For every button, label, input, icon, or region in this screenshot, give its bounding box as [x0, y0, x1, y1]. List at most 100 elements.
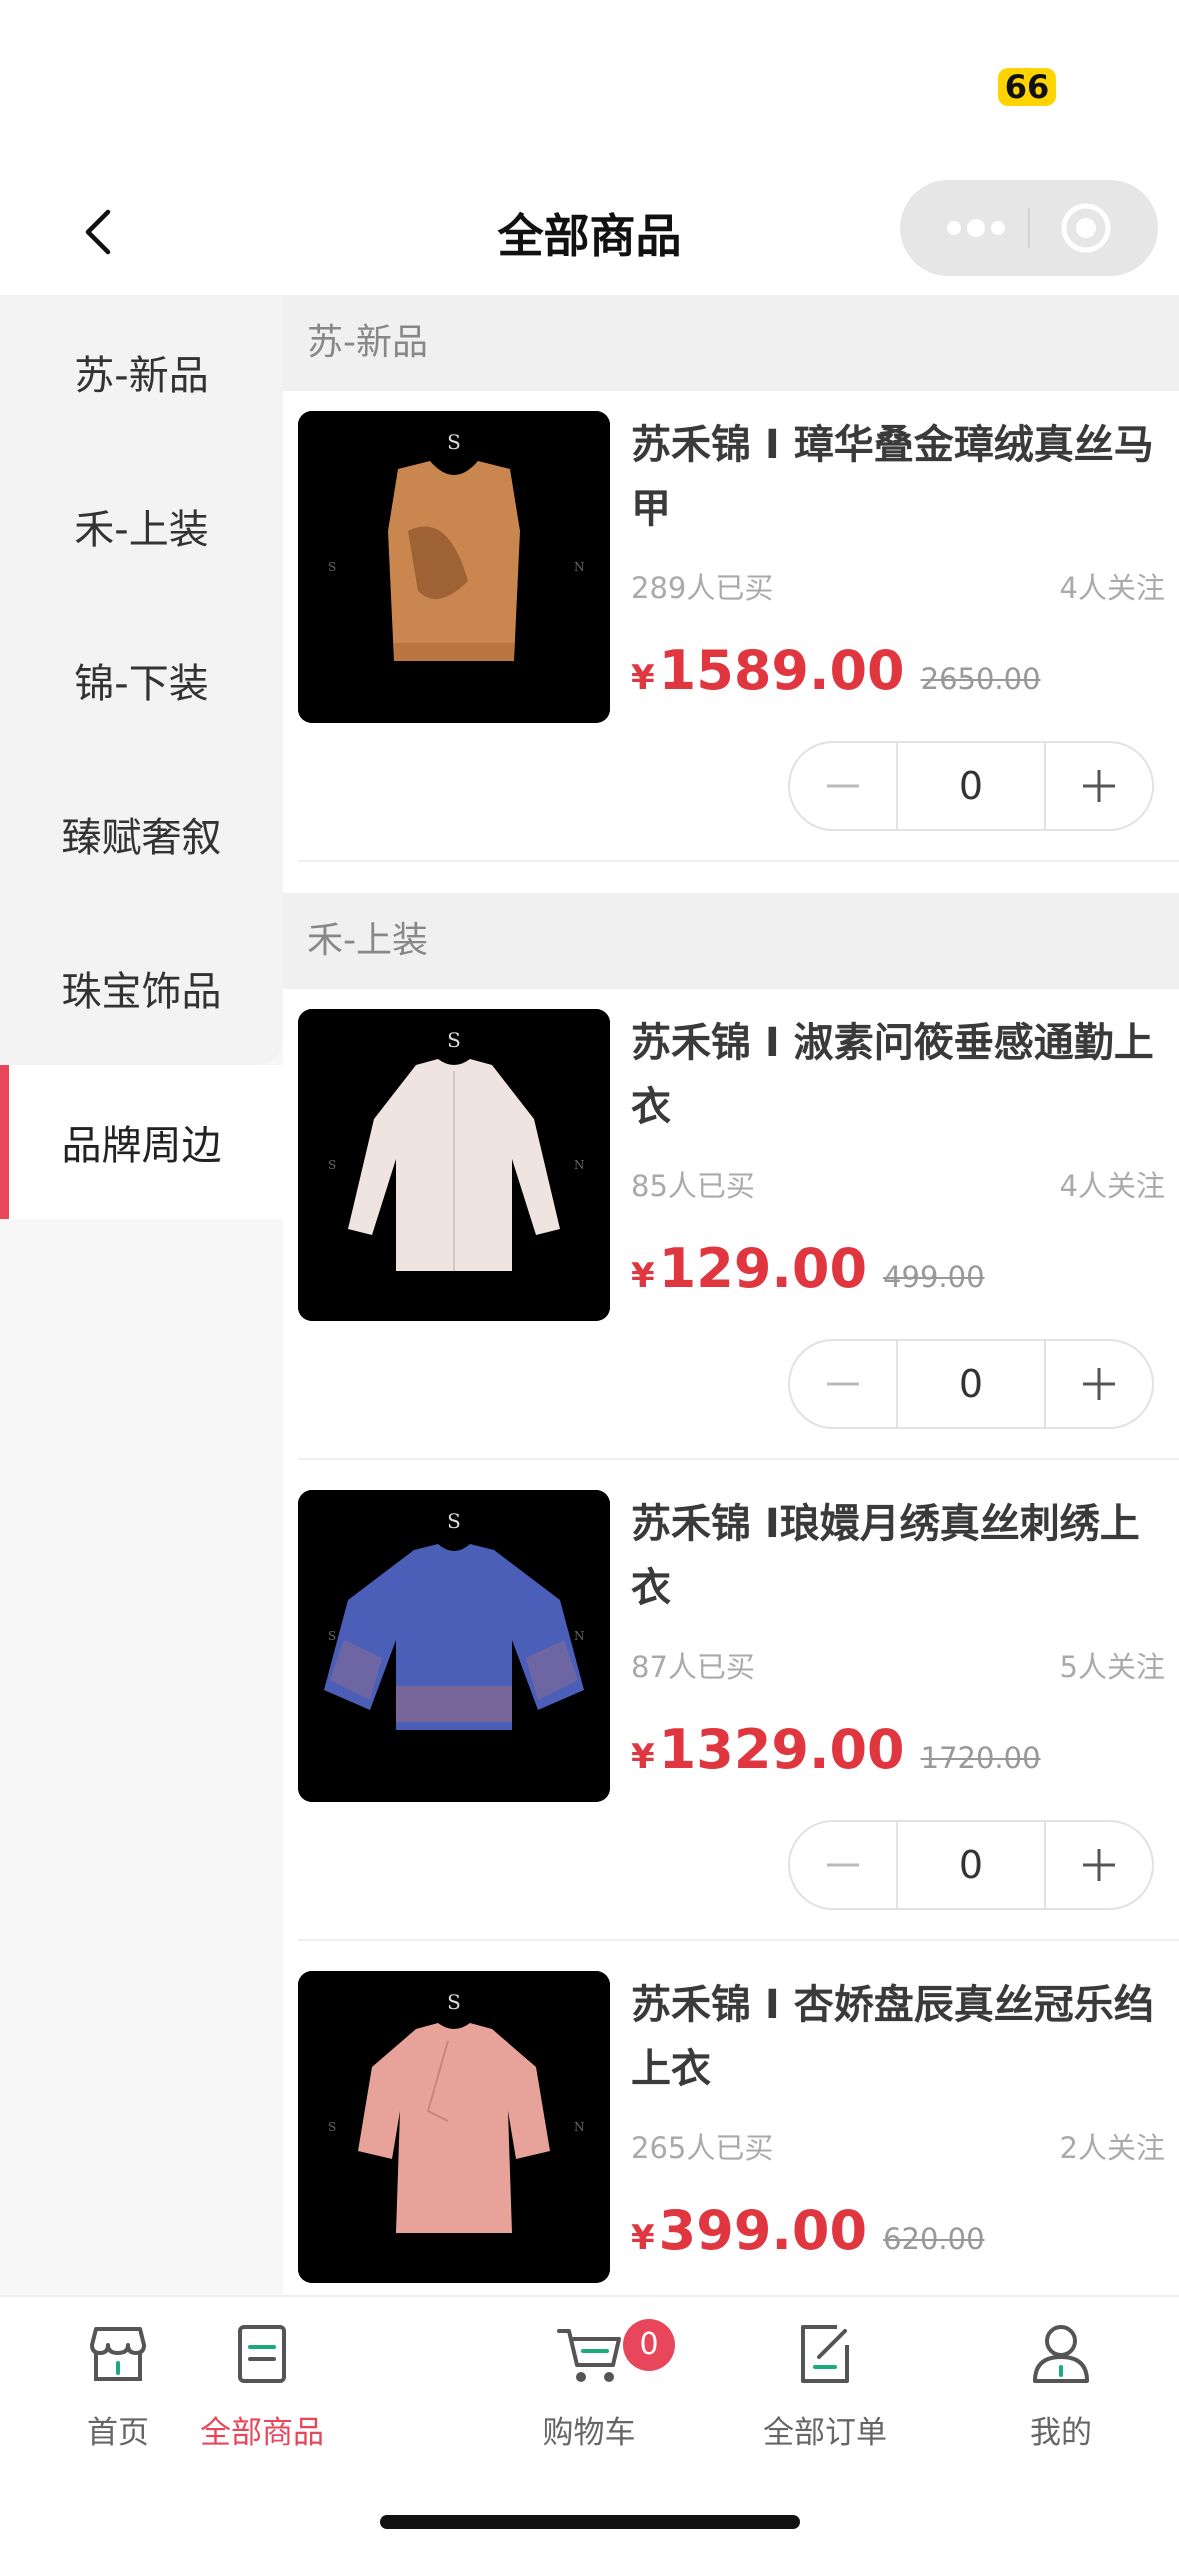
- tab-label: 我的: [1030, 2415, 1092, 2451]
- svg-text:S: S: [328, 560, 336, 574]
- decrease-button[interactable]: [790, 1341, 896, 1427]
- sale-price: 129.00: [658, 1237, 868, 1300]
- tab-all-products[interactable]: 全部商品: [144, 2297, 380, 2467]
- original-price: 2650.00: [920, 662, 1041, 696]
- plus-icon: [1083, 1849, 1115, 1881]
- quantity-stepper: 0: [788, 741, 1154, 831]
- sidebar-item-bottoms[interactable]: 锦-下装: [0, 603, 283, 757]
- currency-symbol: ¥: [631, 1256, 655, 1296]
- tab-label: 全部订单: [763, 2415, 887, 2451]
- svg-text:S: S: [447, 1990, 461, 2014]
- sale-price: 399.00: [658, 2199, 868, 2262]
- increase-button[interactable]: [1046, 1341, 1152, 1427]
- pink-top-garment-image: S S N: [298, 1971, 610, 2283]
- tab-label: 购物车: [542, 2415, 636, 2451]
- more-dots-icon: [947, 219, 1005, 237]
- original-price: 620.00: [883, 2222, 985, 2256]
- list-icon: [238, 2325, 286, 2383]
- quantity-stepper: 0: [788, 1820, 1154, 1910]
- quantity-value[interactable]: 0: [896, 1822, 1046, 1908]
- sidebar-item-jewelry[interactable]: 珠宝饰品: [0, 911, 283, 1065]
- quantity-stepper: 0: [788, 1339, 1154, 1429]
- close-mini-program-button[interactable]: [1060, 202, 1112, 254]
- follow-count: 2人关注: [1059, 2131, 1165, 2165]
- svg-text:S: S: [447, 430, 461, 454]
- section-header-new: 苏-新品: [283, 295, 1179, 391]
- follow-count: 5人关注: [1059, 1650, 1165, 1684]
- price-row: ¥ 129.00 499.00: [631, 1237, 985, 1300]
- minus-icon: [827, 1382, 859, 1386]
- sidebar-item-brand-merch[interactable]: 品牌周边: [0, 1065, 283, 1219]
- product-name[interactable]: 苏禾锦 I 璋华叠金璋绒真丝马甲: [631, 413, 1161, 541]
- sidebar-spacer: [0, 1219, 283, 1259]
- price-row: ¥ 1329.00 1720.00: [631, 1718, 1041, 1781]
- section-header-tops: 禾-上装: [283, 893, 1179, 989]
- battery-level-badge: 66: [998, 68, 1056, 106]
- increase-button[interactable]: [1046, 743, 1152, 829]
- sold-count: 265人已买: [631, 2131, 774, 2165]
- sidebar-item-luxury[interactable]: 臻赋奢叙: [0, 757, 283, 911]
- product-name[interactable]: 苏禾锦 I 杏娇盘辰真丝冠乐绉上衣: [631, 1973, 1161, 2101]
- svg-text:N: N: [574, 2120, 585, 2134]
- sold-count: 87人已买: [631, 1650, 755, 1684]
- currency-symbol: ¥: [631, 2218, 655, 2258]
- quantity-value[interactable]: 0: [896, 1341, 1046, 1427]
- minus-icon: [827, 1863, 859, 1867]
- follow-count: 4人关注: [1059, 571, 1165, 605]
- svg-text:S: S: [328, 1158, 336, 1172]
- svg-text:N: N: [574, 1158, 585, 1172]
- row-divider: [298, 1939, 1179, 1941]
- more-button[interactable]: [936, 204, 1016, 252]
- sidebar-item-tops[interactable]: 禾-上装: [0, 449, 283, 603]
- price-row: ¥ 399.00 620.00: [631, 2199, 985, 2262]
- svg-text:S: S: [328, 2120, 336, 2134]
- currency-symbol: ¥: [631, 658, 655, 698]
- original-price: 499.00: [883, 1260, 985, 1294]
- sold-count: 289人已买: [631, 571, 774, 605]
- category-sidebar: 苏-新品 禾-上装 锦-下装 臻赋奢叙 珠宝饰品 品牌周边: [0, 295, 283, 2295]
- plus-icon: [1083, 770, 1115, 802]
- blouse-garment-image: S S N: [298, 1009, 610, 1321]
- decrease-button[interactable]: [790, 1822, 896, 1908]
- svg-text:S: S: [447, 1509, 461, 1533]
- row-divider: [298, 1458, 1179, 1460]
- price-row: ¥ 1589.00 2650.00: [631, 639, 1041, 702]
- original-price: 1720.00: [920, 1741, 1041, 1775]
- target-circle-icon: [1061, 203, 1111, 253]
- product-image[interactable]: S S N: [298, 411, 610, 723]
- svg-text:S: S: [328, 1629, 336, 1643]
- product-name[interactable]: 苏禾锦 I琅嬛月绣真丝刺绣上衣: [631, 1492, 1161, 1620]
- tab-label: 全部商品: [200, 2415, 324, 2451]
- cart-count-badge: 0: [623, 2319, 675, 2371]
- nav-bar: 全部商品: [0, 170, 1179, 295]
- sale-price: 1329.00: [658, 1718, 905, 1781]
- cart-icon: [557, 2329, 621, 2382]
- product-image[interactable]: S S N: [298, 1490, 610, 1802]
- product-name[interactable]: 苏禾锦 I 淑素问筱垂感通勤上衣: [631, 1011, 1161, 1139]
- svg-text:N: N: [574, 560, 585, 574]
- plus-icon: [1083, 1368, 1115, 1400]
- product-list: 苏-新品 S S N 苏禾锦 I 璋华叠金璋绒真丝马甲 289人已买 4人关注 …: [283, 295, 1179, 2295]
- home-indicator: [380, 2515, 800, 2529]
- svg-text:S: S: [447, 1028, 461, 1052]
- mini-program-capsule: [900, 180, 1158, 276]
- vest-garment-image: S S N: [298, 411, 610, 723]
- capsule-divider: [1028, 208, 1030, 248]
- tab-me[interactable]: 我的: [943, 2297, 1179, 2467]
- sidebar-item-new[interactable]: 苏-新品: [0, 295, 283, 449]
- status-bar: 66: [0, 0, 1179, 170]
- quantity-value[interactable]: 0: [896, 743, 1046, 829]
- row-divider: [298, 860, 1179, 862]
- user-icon: [1033, 2325, 1089, 2383]
- embroidered-top-garment-image: S S N: [298, 1490, 610, 1802]
- increase-button[interactable]: [1046, 1822, 1152, 1908]
- product-image[interactable]: S S N: [298, 1009, 610, 1321]
- svg-text:N: N: [574, 1629, 585, 1643]
- follow-count: 4人关注: [1059, 1169, 1165, 1203]
- decrease-button[interactable]: [790, 743, 896, 829]
- currency-symbol: ¥: [631, 1737, 655, 1777]
- sale-price: 1589.00: [658, 639, 905, 702]
- tab-cart[interactable]: 0 购物车: [471, 2297, 707, 2467]
- tab-all-orders[interactable]: 全部订单: [707, 2297, 943, 2467]
- product-image[interactable]: S S N: [298, 1971, 610, 2283]
